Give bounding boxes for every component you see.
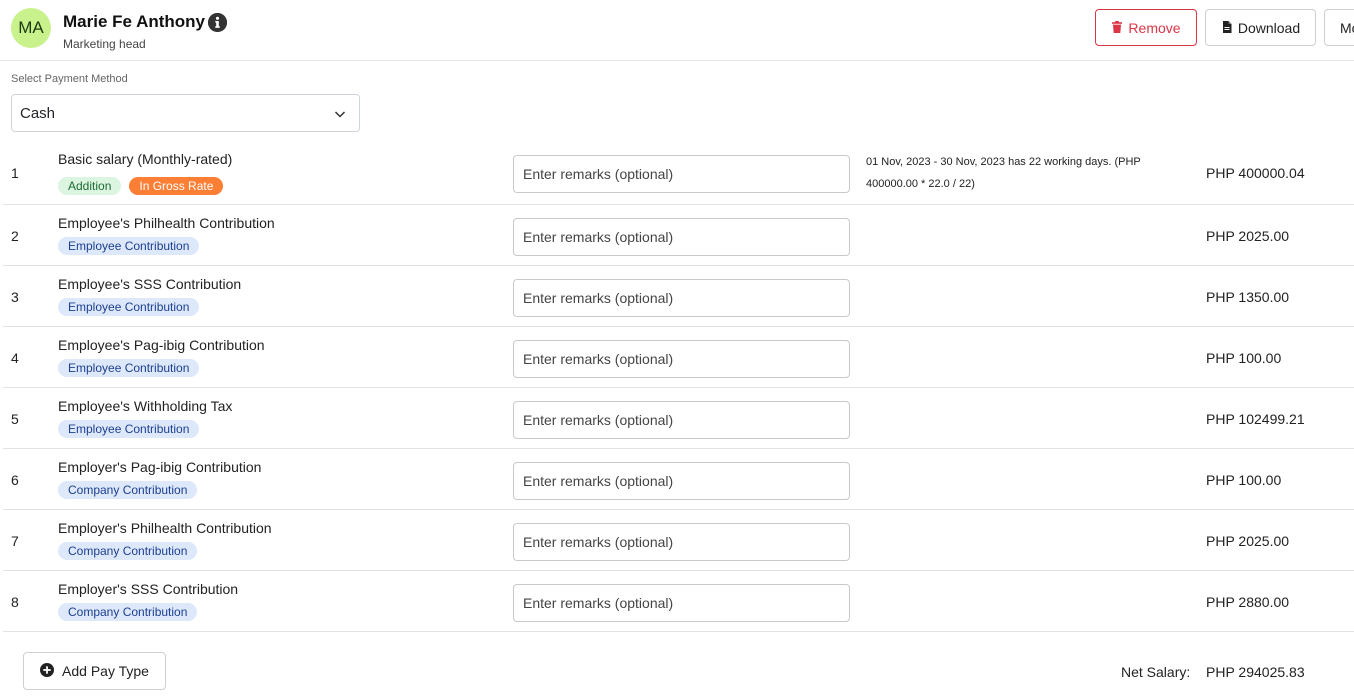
pay-item-amount: PHP 400000.04 [1206,165,1305,181]
company-contribution-badge: Company Contribution [58,542,198,560]
employee-contribution-badge: Employee Contribution [58,237,200,255]
add-pay-type-button[interactable]: Add Pay Type [23,652,166,690]
pay-item-name: Employer's Pag-ibig Contribution [58,459,262,475]
row-index: 2 [11,228,19,244]
payment-method-value: Cash [20,104,56,122]
plus-circle-icon [40,662,55,680]
row-index: 8 [11,594,19,610]
company-contribution-badge: Company Contribution [58,603,198,621]
pay-summary-footer: Add Pay Type Net Salary: PHP 294025.83 [0,632,1354,699]
pay-item-row: 3 Employee's SSS Contribution Employee C… [3,266,1354,327]
pay-item-name: Employer's Philhealth Contribution [58,520,272,536]
remarks-input[interactable] [513,462,850,500]
remove-button[interactable]: Remove [1095,9,1197,46]
remarks-input[interactable] [513,584,850,622]
chevron-down-icon [334,111,346,118]
net-salary-label: Net Salary: [1121,664,1191,680]
employee-title: Marketing head [63,37,146,51]
pay-item-name: Employer's SSS Contribution [58,581,239,597]
remove-label: Remove [1128,19,1181,36]
row-index: 1 [11,165,19,181]
payment-method-label: Select Payment Method [11,73,128,85]
employee-contribution-badge: Employee Contribution [58,298,200,316]
remarks-input[interactable] [513,279,850,317]
pay-item-row: 1 Basic salary (Monthly-rated) Addition … [3,141,1354,205]
pay-item-amount: PHP 2880.00 [1206,594,1290,610]
remarks-input[interactable] [513,340,850,378]
trash-icon [1111,20,1123,36]
avatar: MA [11,8,51,48]
row-index: 7 [11,533,19,549]
pay-item-amount: PHP 2025.00 [1206,228,1290,244]
pay-item-amount: PHP 2025.00 [1206,533,1290,549]
pay-item-row: 2 Employee's Philhealth Contribution Emp… [3,205,1354,266]
working-days-note: 01 Nov, 2023 - 30 Nov, 2023 has 22 worki… [866,156,1141,190]
pay-item-row: 5 Employee's Withholding Tax Employee Co… [3,388,1354,449]
row-index: 3 [11,289,19,305]
remarks-input[interactable] [513,218,850,256]
employee-contribution-badge: Employee Contribution [58,420,200,438]
employee-name: Marie Fe Anthony [63,12,205,31]
company-contribution-badge: Company Contribution [58,481,198,499]
pay-item-amount: PHP 100.00 [1206,472,1282,488]
download-label: Download [1237,19,1301,36]
employee-contribution-badge: Employee Contribution [58,359,200,377]
add-pay-type-label: Add Pay Type [62,663,149,679]
info-icon[interactable] [208,13,227,32]
pay-item-row: 7 Employer's Philhealth Contribution Com… [3,510,1354,571]
pay-item-name: Employee's Withholding Tax [58,398,233,414]
pay-item-amount: PHP 102499.21 [1206,411,1305,427]
pay-item-name: Employee's Philhealth Contribution [58,215,275,231]
more-label: Mo [1340,19,1354,36]
row-index: 4 [11,350,19,366]
pay-item-amount: PHP 1350.00 [1206,289,1290,305]
employee-header: MA Marie Fe Anthony Marketing head Remov… [0,0,1354,61]
pay-item-amount: PHP 100.00 [1206,350,1282,366]
addition-badge: Addition [58,177,122,195]
pay-item-name: Basic salary (Monthly-rated) [58,151,233,167]
gross-rate-badge: In Gross Rate [129,177,224,195]
pay-item-row: 4 Employee's Pag-ibig Contribution Emplo… [3,327,1354,388]
payment-method-select[interactable]: Cash [11,94,360,132]
more-button[interactable]: Mo [1324,9,1354,46]
download-button[interactable]: Download [1205,9,1316,46]
row-index: 6 [11,472,19,488]
row-index: 5 [11,411,19,427]
pay-item-name: Employee's SSS Contribution [58,276,242,292]
pay-item-row: 6 Employer's Pag-ibig Contribution Compa… [3,449,1354,510]
pay-item-row: 8 Employer's SSS Contribution Company Co… [3,571,1354,632]
file-pdf-icon [1221,20,1233,36]
remarks-input[interactable] [513,155,850,193]
remarks-input[interactable] [513,523,850,561]
pay-item-name: Employee's Pag-ibig Contribution [58,337,265,353]
net-salary-value: PHP 294025.83 [1206,664,1305,680]
remarks-input[interactable] [513,401,850,439]
